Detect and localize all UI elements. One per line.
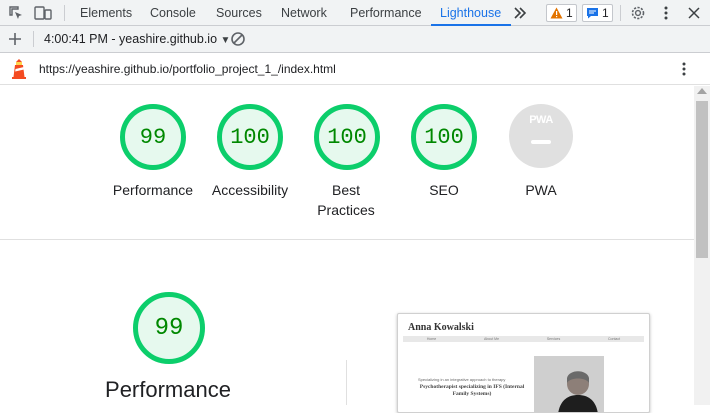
screenshot-nav-item: Home [426,337,437,341]
scroll-up-arrow-icon[interactable] [697,88,707,94]
toolbar-separator [33,31,34,47]
tab-lighthouse[interactable]: Lighthouse [440,0,501,26]
screenshot-site-name: Anna Kowalski [408,322,474,333]
report-selector-label: 4:00:41 PM - yeashire.github.io [44,32,218,46]
tab-sources[interactable]: Sources [216,0,262,26]
best-practices-label: Best Practices [317,182,375,218]
add-report-icon[interactable] [5,29,25,49]
report-url-bar: https://yeashire.github.io/portfolio_pro… [0,53,710,85]
lighthouse-toolbar: 4:00:41 PM - yeashire.github.io ▼ [0,26,710,53]
message-icon [587,8,598,19]
warnings-badge[interactable]: 1 [546,4,577,22]
screenshot-tagline: Specializing in an integrative approach … [418,377,506,382]
messages-count: 1 [602,6,609,20]
seo-score-gauge[interactable]: 100 [411,104,477,170]
settings-gear-icon[interactable] [628,3,648,23]
best-practices-score-gauge[interactable]: 100 [314,104,380,170]
seo-label: SEO [429,182,459,198]
tab-console[interactable]: Console [150,0,196,26]
vertical-divider [346,360,347,405]
accessibility-label: Accessibility [211,182,289,198]
performance-score-gauge[interactable]: 99 [120,104,186,170]
section-divider [0,239,694,240]
report-url[interactable]: https://yeashire.github.io/portfolio_pro… [39,62,336,76]
screenshot-nav-item: About Me [484,337,500,341]
kebab-menu-icon[interactable] [656,3,676,23]
close-icon[interactable] [684,3,704,23]
report-menu-icon[interactable] [682,62,686,81]
screenshot-portrait-image [534,356,604,412]
warning-icon [550,7,563,19]
inspect-element-icon[interactable] [6,3,26,23]
device-toolbar-icon[interactable] [33,3,53,23]
tab-network[interactable]: Network [281,0,327,26]
warnings-count: 1 [566,6,573,20]
report-selector[interactable]: 4:00:41 PM - yeashire.github.io ▼ [44,32,230,46]
performance-section-gauge: 99 [133,292,205,364]
pwa-dash-icon [531,140,551,144]
scrollbar-thumb[interactable] [696,101,708,258]
pwa-label: PWA [525,182,557,198]
clear-reports-icon[interactable] [228,29,248,49]
screenshot-headline: Psychotherapist specializing in IFS (Int… [419,384,525,397]
performance-label: Performance [112,182,194,198]
page-screenshot-thumbnail[interactable]: Anna Kowalski Home About Me Services Con… [397,313,650,413]
pwa-badge-text: PWA [529,114,553,126]
tab-elements[interactable]: Elements [80,0,132,26]
devtools-tabbar: Elements Console Sources Network Perform… [0,0,710,26]
performance-section-title: Performance [105,377,231,402]
more-tabs-icon[interactable] [510,3,530,23]
messages-badge[interactable]: 1 [582,4,613,22]
tab-performance[interactable]: Performance [350,0,422,26]
screenshot-nav-item: Contact [608,337,621,341]
tabbar-separator [64,5,65,21]
tabbar-separator [620,5,621,21]
lighthouse-logo-icon [10,58,28,85]
screenshot-nav: Home About Me Services Contact [403,336,644,342]
screenshot-nav-item: Services [546,337,561,341]
pwa-badge[interactable]: PWA [509,104,573,168]
accessibility-score-gauge[interactable]: 100 [217,104,283,170]
